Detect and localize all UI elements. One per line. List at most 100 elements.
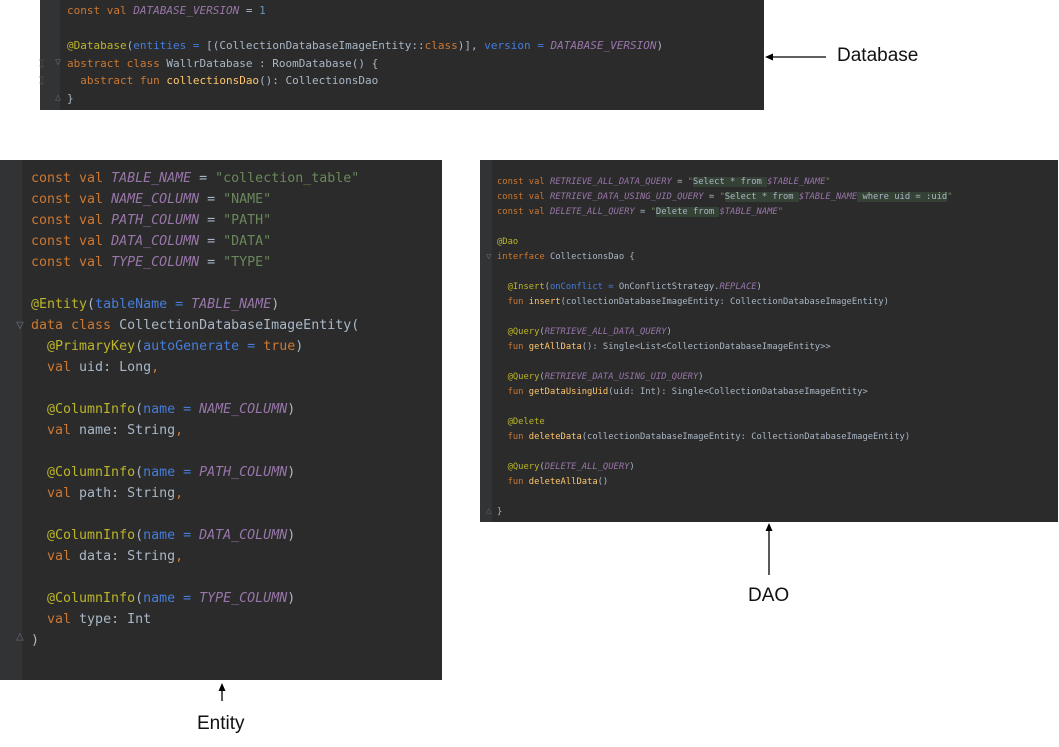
code-line: @ColumnInfo(name = PATH_COLUMN) <box>31 462 359 483</box>
code-token: = <box>199 213 224 228</box>
code-token: autoGenerate = <box>143 339 264 354</box>
code-token: " <box>777 207 784 217</box>
code-token: (): CollectionsDao <box>259 74 379 87</box>
code-token: ) <box>271 297 280 312</box>
code-token: collectionsDao <box>166 74 260 87</box>
code-line: abstract fun collectionsDao(): Collectio… <box>67 72 663 90</box>
code-token: name: String <box>79 423 176 438</box>
code-token: ) <box>666 327 672 337</box>
code-line: const val PATH_COLUMN = "PATH" <box>31 210 359 231</box>
fold-marker-icon: △ <box>486 506 492 516</box>
code-token: RETRIEVE_ALL_DATA_QUERY <box>544 327 667 337</box>
database-code: const val DATABASE_VERSION = 1 @Database… <box>67 2 663 107</box>
code-line: fun deleteData(collectionDatabaseImageEn… <box>497 430 953 445</box>
code-token: = <box>191 171 216 186</box>
code-token: val <box>47 612 80 627</box>
code-token: data class <box>31 318 120 333</box>
code-token: RETRIEVE_ALL_DATA_QUERY <box>549 177 672 187</box>
code-token: = <box>199 255 224 270</box>
code-line: fun getAllData(): Single<List<Collection… <box>497 340 953 355</box>
code-token: getDataUsingUid <box>528 387 609 397</box>
code-token: abstract class <box>67 56 167 70</box>
code-line: const val RETRIEVE_ALL_DATA_QUERY = " Sel… <box>497 175 953 190</box>
code-token: const val <box>67 4 134 17</box>
code-token: Select * from <box>724 192 799 202</box>
code-token: abstract fun <box>80 74 167 87</box>
code-token: ) <box>656 39 664 52</box>
code-token: OnConflictStrategy. <box>618 282 720 292</box>
code-token: @Insert <box>507 282 545 292</box>
code-token: ( <box>135 465 144 480</box>
code-token: ( <box>135 339 144 354</box>
editor-gutter <box>0 160 22 680</box>
code-token: getAllData <box>528 342 582 352</box>
code-token: ( <box>87 297 96 312</box>
editor-gutter <box>480 160 492 522</box>
code-token: fun <box>507 432 529 442</box>
code-token: (collectionDatabaseImageEntity: Collecti… <box>560 297 889 307</box>
code-line: val name: String, <box>31 420 359 441</box>
code-token: ) <box>698 372 704 382</box>
code-token: DELETE_ALL_QUERY <box>549 207 635 217</box>
code-line: fun insert(collectionDatabaseImageEntity… <box>497 295 953 310</box>
code-token: class <box>424 39 458 52</box>
dao-code: const val RETRIEVE_ALL_DATA_QUERY = "Sel… <box>497 175 953 520</box>
implemented-down-arrow-icon: ↧ <box>37 57 48 71</box>
code-token: DATABASE_VERSION <box>550 39 657 52</box>
code-token: ( <box>135 591 144 606</box>
code-token: val <box>47 423 80 438</box>
code-line: @ColumnInfo(name = TYPE_COLUMN) <box>31 588 359 609</box>
code-line: const val TYPE_COLUMN = "TYPE" <box>31 252 359 273</box>
code-token: NAME_COLUMN <box>199 402 288 417</box>
code-token: @ColumnInfo <box>47 591 136 606</box>
code-token: @Entity <box>31 297 88 312</box>
code-token: Select * from <box>692 177 768 187</box>
database-code-panel: ▽ △ const val DATABASE_VERSION = 1 @Data… <box>40 0 764 110</box>
code-token: insert <box>528 297 561 307</box>
code-token: fun <box>507 342 529 352</box>
code-token: = <box>199 192 224 207</box>
code-token: name = <box>143 591 200 606</box>
code-token: " <box>825 177 831 187</box>
code-token: DATABASE_VERSION <box>133 4 240 17</box>
code-line: @Insert(onConflict = OnConflictStrategy.… <box>497 280 953 295</box>
code-token: )], <box>457 39 485 52</box>
fold-marker-icon: △ <box>55 92 62 103</box>
code-token: = <box>199 234 224 249</box>
fold-marker-icon: ▽ <box>55 57 62 68</box>
code-token: RETRIEVE_DATA_USING_UID_QUERY <box>549 192 704 202</box>
code-token: true <box>263 339 296 354</box>
code-token: @Query <box>507 462 540 472</box>
code-token: fun <box>507 297 529 307</box>
code-token: val <box>47 360 80 375</box>
code-token: fun <box>507 477 529 487</box>
code-token: deleteData <box>528 432 582 442</box>
database-label: Database <box>837 45 919 66</box>
code-token: ) <box>31 633 40 648</box>
fold-marker-icon: ▽ <box>486 252 492 262</box>
code-token: const val <box>31 234 112 249</box>
code-token: PATH_COLUMN <box>111 213 200 228</box>
code-token: ) <box>295 339 304 354</box>
code-line: const val TABLE_NAME = "collection_table… <box>31 168 359 189</box>
